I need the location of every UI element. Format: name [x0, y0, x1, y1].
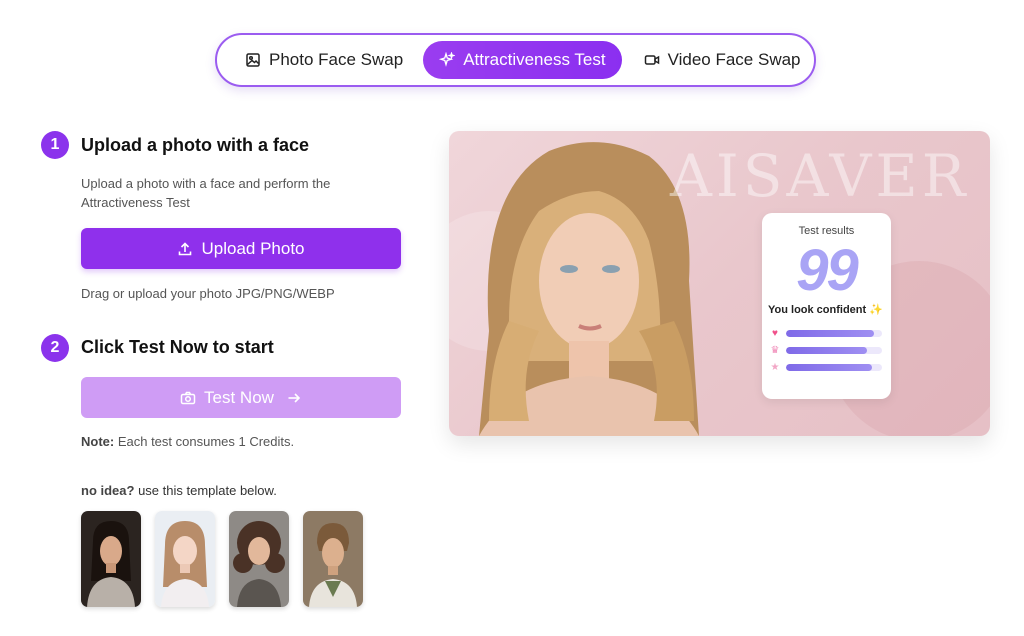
test-now-button[interactable]: Test Now: [81, 377, 401, 418]
template-thumbnail-3[interactable]: [229, 511, 289, 607]
tab-label: Video Face Swap: [667, 50, 801, 69]
video-camera-icon: [644, 55, 659, 65]
test-results-card: Test results 99 You look confident ✨ ♥ ♛…: [762, 213, 891, 399]
upload-photo-button[interactable]: Upload Photo: [81, 228, 401, 269]
score-bar-row-3: ★: [770, 362, 882, 373]
score-bar-row-1: ♥: [770, 328, 882, 339]
tab-label: Photo Face Swap: [269, 50, 404, 69]
template-thumbnail-2[interactable]: [155, 511, 215, 607]
score-bar: [786, 364, 882, 371]
score-bar: [786, 347, 882, 354]
watermark-text: AISAVER: [670, 142, 970, 210]
template-list: [81, 511, 363, 607]
tab-photo-face-swap[interactable]: Photo Face Swap: [231, 41, 417, 79]
tab-attractiveness-test[interactable]: Attractiveness Test: [423, 41, 622, 79]
template-prompt-text: use this template below.: [134, 483, 277, 498]
score-bar: [786, 330, 882, 337]
test-results-label: Test results: [798, 225, 855, 237]
note-text: Each test consumes 1 Credits.: [114, 434, 295, 449]
attractiveness-score: 99: [796, 238, 859, 303]
mode-tab-bar: Photo Face Swap Attractiveness Test Vide…: [215, 33, 816, 87]
template-thumbnail-4[interactable]: [303, 511, 363, 607]
tab-video-face-swap[interactable]: Video Face Swap: [630, 41, 815, 79]
note-label: Note:: [81, 434, 115, 449]
sparkle-icon: [439, 52, 456, 67]
step-1-title: Upload a photo with a face: [81, 135, 310, 155]
portrait-man: [303, 511, 363, 607]
tab-label: Attractiveness Test: [463, 50, 606, 69]
credits-note: Note: Each test consumes 1 Credits.: [81, 434, 294, 449]
step-1-badge: 1: [41, 131, 69, 159]
step-1-description: Upload a photo with a face and perform t…: [81, 176, 331, 210]
template-thumbnail-1[interactable]: [81, 511, 141, 607]
portrait-woman-light-hair: [155, 511, 215, 607]
step-2-badge: 2: [41, 334, 69, 362]
image-icon: [246, 53, 260, 67]
test-now-label: Test Now: [204, 387, 274, 407]
score-bar-row-2: ♛: [770, 345, 882, 356]
step-2-title: Click Test Now to start: [81, 337, 274, 357]
crown-icon: ♛: [770, 345, 780, 356]
portrait-woman-dark-hair: [81, 511, 141, 607]
score-bar-fill: [786, 330, 875, 337]
upload-format-hint: Drag or upload your photo JPG/PNG/WEBP: [81, 286, 335, 301]
template-prompt-bold: no idea?: [81, 483, 135, 498]
template-prompt: no idea? use this template below.: [81, 483, 277, 498]
star-icon: ★: [770, 362, 780, 373]
result-message: You look confident ✨: [768, 304, 883, 316]
score-bar-fill: [786, 347, 867, 354]
portrait-woman-curly-hair: [229, 511, 289, 607]
upload-icon: [179, 241, 192, 255]
camera-icon: [180, 391, 196, 404]
score-bar-fill: [786, 364, 873, 371]
upload-photo-label: Upload Photo: [201, 238, 305, 258]
heart-icon: ♥: [772, 328, 778, 339]
arrow-right-icon: [288, 392, 301, 403]
